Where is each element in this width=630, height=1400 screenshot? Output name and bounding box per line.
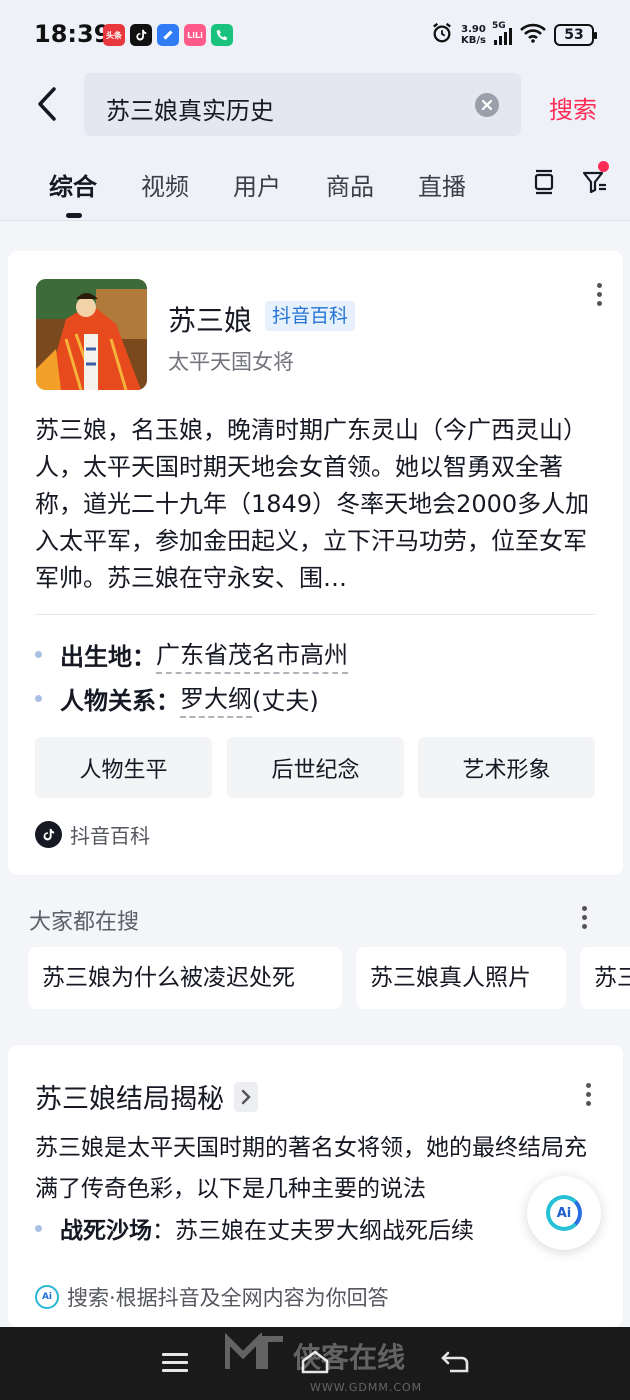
tab-overflow-fade (505, 175, 525, 205)
search-input[interactable]: 苏三娘真实历史 (84, 73, 521, 136)
cellular-signal-icon: 5G (492, 21, 512, 45)
ai-card-title: 苏三娘结局揭秘 (35, 1084, 224, 1115)
menu-icon[interactable] (162, 1353, 188, 1372)
douyin-app-icon (130, 24, 152, 46)
battery-indicator: 53 (554, 24, 597, 46)
attribute-relation: 人物关系： 罗大纲 (丈夫) (35, 679, 319, 718)
tab-layout-icon[interactable] (529, 167, 559, 197)
watermark: 侠客在线 (224, 1331, 406, 1379)
lili-app-icon: LiLi (184, 24, 206, 46)
ai-title-row[interactable]: 苏三娘结局揭秘 (35, 1077, 258, 1116)
bullet-dot (35, 651, 42, 658)
related-searches-title: 大家都在搜 (29, 910, 140, 935)
related-search-chip[interactable]: 苏三娘为什么被凌迟处死 (28, 947, 342, 1009)
ai-assistant-icon: Ai (546, 1195, 582, 1231)
commemoration-button[interactable]: 后世纪念 (227, 737, 404, 798)
source-label: 抖音百科 (70, 824, 150, 848)
bullet-dot (35, 1224, 42, 1232)
baike-entity-card: 苏三娘 抖音百科 太平天国女将 苏三娘，名玉娘，晚清时期广东灵山（今广西灵山）人… (8, 251, 623, 875)
tab-video[interactable]: 视频 (141, 167, 189, 202)
attribute-key: 出生地： (60, 643, 156, 671)
wifi-icon (520, 23, 546, 47)
tab-live[interactable]: 直播 (418, 167, 466, 202)
search-button[interactable]: 搜索 (549, 90, 597, 125)
notification-dot (598, 161, 609, 172)
art-image-button[interactable]: 艺术形象 (418, 737, 595, 798)
douyin-logo-icon (35, 821, 62, 848)
tab-users[interactable]: 用户 (233, 167, 281, 202)
tab-comprehensive[interactable]: 综合 (49, 167, 97, 202)
ai-assistant-floating-button[interactable]: Ai (527, 1176, 601, 1250)
attribute-value-link[interactable]: 罗大纲 (180, 679, 252, 718)
life-story-button[interactable]: 人物生平 (35, 737, 212, 798)
clear-icon[interactable] (475, 93, 499, 117)
related-more-icon[interactable] (574, 906, 594, 929)
ai-more-icon[interactable] (578, 1083, 598, 1106)
search-header: 苏三娘真实历史 搜索 (0, 70, 630, 145)
tab-products[interactable]: 商品 (326, 167, 374, 202)
baike-tag: 抖音百科 (265, 301, 356, 331)
status-time: 18:39 (34, 20, 111, 48)
back-button[interactable] (30, 84, 64, 124)
chevron-left-icon (38, 87, 56, 121)
active-tab-indicator (66, 213, 82, 218)
ai-answer-text[interactable]: 苏三娘是太平天国时期的著名女将领，她的最终结局充满了传奇色彩，以下是几种主要的说… (35, 1128, 595, 1210)
entity-name: 苏三娘 (168, 304, 253, 337)
attribute-birthplace: 出生地： 广东省茂名市高州 (35, 635, 348, 674)
ai-footer-text: 搜索·根据抖音及全网内容为你回答 (67, 1286, 389, 1310)
entity-description[interactable]: 苏三娘，名玉娘，晚清时期广东灵山（今广西灵山）人，太平天国时期天地会女首领。她以… (35, 412, 600, 597)
phone-app-icon (211, 24, 233, 46)
divider (35, 614, 595, 615)
bullet-dot (35, 695, 42, 702)
ai-bullet-key: 战死沙场 (60, 1218, 152, 1244)
ai-answer-card: 苏三娘结局揭秘 苏三娘是太平天国时期的著名女将领，她的最终结局充满了传奇色彩，以… (8, 1045, 623, 1327)
chevron-right-icon (234, 1081, 258, 1112)
ai-bullet-text: ：苏三娘在丈夫罗大纲战死后续 (152, 1218, 474, 1244)
alarm-icon (431, 22, 453, 48)
toutiao-app-icon: 头条 (103, 24, 125, 46)
attribute-value-link[interactable]: 广东省茂名市高州 (156, 635, 348, 674)
entity-subtitle: 太平天国女将 (168, 350, 294, 374)
back-nav-icon[interactable] (440, 1349, 470, 1375)
entity-portrait-image[interactable] (36, 279, 147, 390)
browser-app-icon (157, 24, 179, 46)
attribute-value-extra: (丈夫) (252, 687, 319, 715)
watermark-url: WWW.GDMM.COM (310, 1381, 423, 1394)
related-search-chip[interactable]: 苏三娘真人照片 (356, 947, 566, 1009)
watermark-text: 侠客在线 (293, 1341, 406, 1374)
source-attribution[interactable]: 抖音百科 (35, 820, 150, 849)
network-speed: 3.90 KB/s (461, 24, 486, 46)
related-search-chip[interactable]: 苏三 (580, 947, 630, 1009)
status-bar: 18:39 头条 LiLi 3.90 KB/s 5G 53 (0, 0, 630, 70)
watermark-logo (224, 1331, 287, 1379)
search-tabs: 综合 视频 用户 商品 直播 (0, 145, 630, 221)
attribute-key: 人物关系： (60, 687, 180, 715)
ai-assistant-icon: Ai (35, 1285, 59, 1309)
status-indicators: 3.90 KB/s 5G 53 (431, 21, 597, 48)
ai-answer-bullet: 战死沙场 ：苏三娘在丈夫罗大纲战死后续 (35, 1211, 595, 1245)
notification-icons: 头条 LiLi (103, 24, 233, 46)
more-options-icon[interactable] (589, 283, 609, 306)
ai-footer: Ai 搜索·根据抖音及全网内容为你回答 (35, 1282, 389, 1312)
search-query-text: 苏三娘真实历史 (106, 97, 274, 125)
